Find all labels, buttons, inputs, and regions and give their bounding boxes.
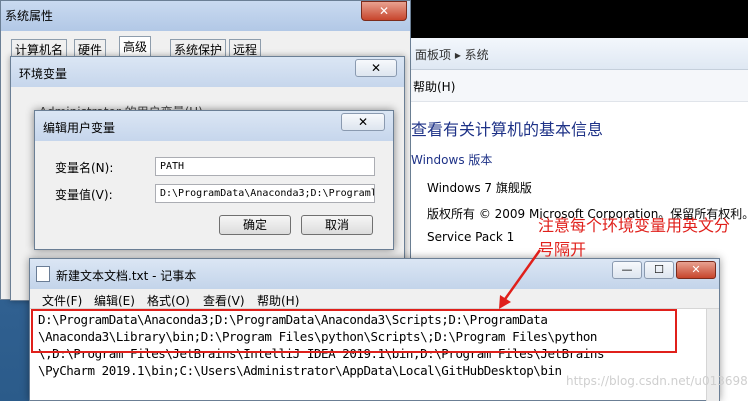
annotation-text: 注意每个环境变量用英文分号隔开 [538, 216, 731, 259]
annotation-arrow-icon [499, 249, 542, 309]
watermark: https://blog.csdn.net/u013698006 [566, 374, 748, 388]
